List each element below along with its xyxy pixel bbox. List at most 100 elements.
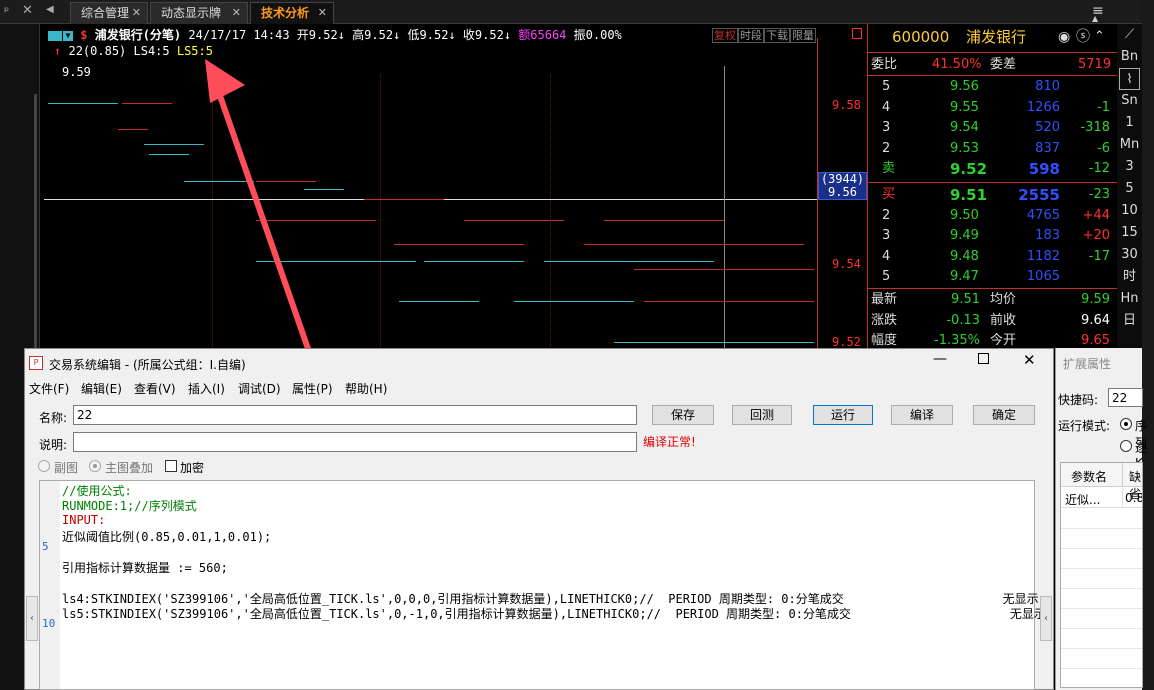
period-hn[interactable]: Hn — [1117, 288, 1142, 310]
period-10[interactable]: 10 — [1117, 200, 1142, 222]
period-30[interactable]: 30 — [1117, 244, 1142, 266]
scroll-left-button[interactable]: ‹ — [26, 596, 38, 641]
menu-file[interactable]: 文件(F) — [29, 380, 69, 397]
run-button[interactable]: 运行 — [813, 405, 873, 425]
table-row[interactable] — [1061, 589, 1142, 609]
collapse-up-icon[interactable]: ⌃ — [1094, 27, 1105, 47]
tab-close-icon[interactable]: ✕ — [232, 3, 241, 23]
tab-technical-analysis[interactable]: 技术分析 ✕ — [250, 2, 334, 24]
table-row[interactable] — [1061, 669, 1142, 687]
save-button[interactable]: 保存 — [652, 405, 714, 425]
table-row[interactable] — [1061, 609, 1142, 629]
book-change: +20 — [1082, 228, 1110, 243]
tick-chart[interactable]: ▼ $ 浦发银行(分笔) 24/17/17 14:43 开9.52↓ 高9.52… — [44, 24, 867, 349]
table-row[interactable] — [1061, 549, 1142, 569]
app-window: ᵖ ✕ ◀ 综合管理 ✕ 动态显示牌 ✕ 技术分析 ✕ ≡ ▲ ▼ $ 浦发银行(分笔… — [0, 0, 1154, 690]
limit-button[interactable]: 限量 — [790, 28, 816, 43]
close-icon[interactable]: ✕ — [22, 3, 33, 18]
book-volume: 598 — [1028, 160, 1060, 178]
table-row[interactable] — [1061, 529, 1142, 549]
table-row[interactable] — [1061, 509, 1142, 529]
tab-comprehensive[interactable]: 综合管理 ✕ — [70, 2, 148, 24]
indicator-name: 22(0.85) — [68, 44, 127, 58]
book-price: 9.48 — [950, 248, 979, 264]
book-row[interactable]: 4 9.55 1266 -1 — [868, 98, 1118, 118]
table-row[interactable] — [1061, 629, 1142, 649]
book-row[interactable]: 2 9.53 837 -6 — [868, 139, 1118, 159]
scroll-right-button[interactable]: ‹ — [1040, 596, 1052, 641]
name-input[interactable]: 22 — [73, 405, 637, 425]
code-editor[interactable]: 5 10 //使用公式: RUNMODE:1;//序列模式 INPUT: 近似阈值比例… — [26, 480, 1052, 690]
close-window-icon[interactable]: ✕ — [1023, 351, 1036, 369]
menu-insert[interactable]: 插入(I) — [188, 380, 225, 397]
book-row[interactable]: 买 9.51 2555 -23 — [868, 185, 1118, 205]
line-number: 5 — [42, 540, 49, 553]
book-price: 9.56 — [950, 79, 979, 94]
period-selector-icon[interactable] — [48, 30, 62, 41]
tab-close-icon[interactable]: ✕ — [132, 3, 141, 23]
period-5[interactable]: 5 — [1117, 178, 1142, 200]
menu-properties[interactable]: 属性(P) — [292, 380, 333, 397]
radio-subchart[interactable] — [38, 460, 50, 472]
book-row[interactable]: 5 9.56 810 — [868, 77, 1118, 97]
book-volume: 2555 — [1018, 186, 1060, 204]
book-price: 9.53 — [950, 140, 979, 156]
line-chart-icon[interactable]: ⟋ — [1117, 24, 1142, 46]
fuquan-button[interactable]: 复权 — [712, 28, 738, 43]
encrypt-checkbox[interactable] — [165, 460, 177, 472]
order-book: 600000 浦发银行 ◉ ⓢ ⌃ 委比 41.50% 委差 5719 5 9.5… — [867, 24, 1118, 349]
collapse-icon[interactable]: ▲ — [1092, 14, 1098, 23]
radio-main-overlay[interactable] — [89, 460, 101, 472]
tab-close-icon[interactable]: ✕ — [318, 3, 327, 23]
table-row[interactable] — [1061, 569, 1142, 589]
download-button[interactable]: 下载 — [764, 28, 790, 43]
minimize-icon[interactable]: — — [933, 351, 947, 367]
book-row[interactable]: 卖 9.52 598 -12 — [868, 159, 1118, 179]
book-row[interactable]: 2 9.50 4765 +44 — [868, 206, 1118, 226]
dropdown-icon[interactable]: ▼ — [63, 30, 73, 41]
maximize-window-icon[interactable] — [978, 353, 989, 364]
scroll-left-icon[interactable]: ◀ — [46, 4, 54, 15]
backtest-button[interactable]: 回测 — [732, 405, 792, 425]
table-row[interactable]: 近似... 0.85 — [1061, 488, 1142, 508]
target-icon[interactable]: ◉ — [1058, 27, 1070, 47]
pin-icon[interactable]: ᵖ — [4, 4, 9, 18]
compile-status: 编译正常! — [643, 435, 696, 449]
menu-help[interactable]: 帮助(H) — [345, 380, 387, 397]
shortcut-input[interactable]: 22 — [1108, 388, 1143, 407]
book-row[interactable]: 5 9.47 1065 — [868, 267, 1118, 287]
book-level: 3 — [882, 120, 891, 135]
price-segment — [644, 301, 814, 302]
tab-dynamic-board[interactable]: 动态显示牌 ✕ — [150, 2, 248, 24]
period-bn[interactable]: Bn — [1117, 46, 1142, 68]
book-row[interactable]: 4 9.48 1182 -17 — [868, 247, 1118, 267]
book-price: 9.51 — [950, 186, 988, 204]
period-15[interactable]: 15 — [1117, 222, 1142, 244]
period-hour[interactable]: 时 — [1117, 266, 1142, 288]
dialog-title: 交易系统编辑 - (所属公式组：I.自编) — [49, 358, 246, 372]
period-1[interactable]: 1 — [1117, 112, 1142, 134]
radio-sequence[interactable] — [1120, 418, 1132, 430]
ok-button[interactable]: 确定 — [973, 405, 1035, 425]
period-mn[interactable]: Mn — [1117, 134, 1142, 156]
tick-chart-icon[interactable]: ⌇ — [1119, 68, 1140, 90]
book-row[interactable]: 3 9.54 520 -318 — [868, 118, 1118, 138]
left-scrollbar[interactable] — [34, 94, 37, 364]
period-3[interactable]: 3 — [1117, 156, 1142, 178]
lightning-icon[interactable]: ⓢ — [1076, 27, 1090, 47]
table-row[interactable] — [1061, 649, 1142, 669]
menu-view[interactable]: 查看(V) — [134, 380, 176, 397]
price-segment — [399, 301, 479, 302]
book-row[interactable]: 3 9.49 183 +20 — [868, 226, 1118, 246]
radio-per-k[interactable] — [1120, 440, 1132, 452]
weicha-label: 委差 — [990, 57, 1017, 72]
menu-edit[interactable]: 编辑(E) — [81, 380, 122, 397]
param-table[interactable]: 参数名 缺省 近似... 0.85 — [1060, 462, 1143, 688]
desc-input[interactable] — [73, 432, 637, 452]
period-sn[interactable]: Sn — [1117, 90, 1142, 112]
period-day[interactable]: 日 — [1117, 310, 1142, 332]
maximize-icon[interactable] — [852, 28, 862, 39]
compile-button[interactable]: 编译 — [891, 405, 953, 425]
period-button[interactable]: 时段 — [738, 28, 764, 43]
menu-debug[interactable]: 调试(D) — [238, 380, 281, 397]
